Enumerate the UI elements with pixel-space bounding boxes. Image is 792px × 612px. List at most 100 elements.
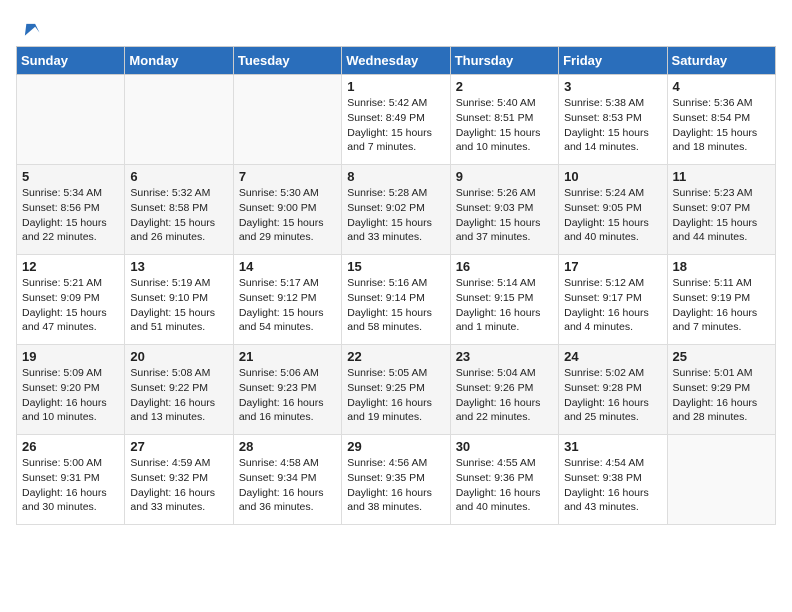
col-header-tuesday: Tuesday [233,47,341,75]
calendar-cell: 6Sunrise: 5:32 AM Sunset: 8:58 PM Daylig… [125,165,233,255]
calendar-table: SundayMondayTuesdayWednesdayThursdayFrid… [16,46,776,525]
day-info: Sunrise: 5:09 AM Sunset: 9:20 PM Dayligh… [22,366,119,425]
calendar-cell: 30 Sunrise: 4:55 AM Sunset: 9:36 PM Dayli… [450,435,558,525]
calendar-cell: 21 Sunrise: 5:06 AM Sunset: 9:23 PM Dayli… [233,345,341,435]
calendar-cell: 18Sunrise: 5:11 AM Sunset: 9:19 PM Dayli… [667,255,775,345]
calendar-cell: 10 Sunrise: 5:24 AM Sunset: 9:05 PM Dayli… [559,165,667,255]
day-number: 28 [239,439,336,454]
header-row: SundayMondayTuesdayWednesdayThursdayFrid… [17,47,776,75]
day-info: Sunrise: 5:30 AM Sunset: 9:00 PM Dayligh… [239,186,336,245]
calendar-cell: 4 Sunrise: 5:36 AM Sunset: 8:54 PM Daylig… [667,75,775,165]
calendar-cell [233,75,341,165]
calendar-cell [667,435,775,525]
day-number: 7 [239,169,336,184]
day-info: Sunrise: 5:12 AM Sunset: 9:17 PM Dayligh… [564,276,661,335]
day-info: Sunrise: 5:36 AM Sunset: 8:54 PM Dayligh… [673,96,770,155]
day-number: 12 [22,259,119,274]
calendar-cell: 23 Sunrise: 5:04 AM Sunset: 9:26 PM Dayli… [450,345,558,435]
logo-icon [19,18,41,40]
calendar-cell: 9 Sunrise: 5:26 AM Sunset: 9:03 PM Daylig… [450,165,558,255]
logo-text [16,16,41,40]
col-header-saturday: Saturday [667,47,775,75]
day-number: 2 [456,79,553,94]
day-number: 21 [239,349,336,364]
calendar-cell: 26 Sunrise: 5:00 AM Sunset: 9:31 PM Dayli… [17,435,125,525]
day-number: 4 [673,79,770,94]
calendar-cell: 13Sunrise: 5:19 AM Sunset: 9:10 PM Dayli… [125,255,233,345]
day-number: 22 [347,349,444,364]
day-number: 17 [564,259,661,274]
day-number: 20 [130,349,227,364]
calendar-cell [17,75,125,165]
day-number: 29 [347,439,444,454]
col-header-sunday: Sunday [17,47,125,75]
day-info: Sunrise: 4:59 AM Sunset: 9:32 PM Dayligh… [130,456,227,515]
calendar-cell: 28Sunrise: 4:58 AM Sunset: 9:34 PM Dayli… [233,435,341,525]
calendar-cell: 17 Sunrise: 5:12 AM Sunset: 9:17 PM Dayli… [559,255,667,345]
calendar-cell: 1Sunrise: 5:42 AM Sunset: 8:49 PM Daylig… [342,75,450,165]
calendar-week-3: 12 Sunrise: 5:21 AM Sunset: 9:09 PM Dayli… [17,255,776,345]
calendar-cell: 15Sunrise: 5:16 AM Sunset: 9:14 PM Dayli… [342,255,450,345]
calendar-cell: 27 Sunrise: 4:59 AM Sunset: 9:32 PM Dayli… [125,435,233,525]
calendar-cell [125,75,233,165]
day-number: 26 [22,439,119,454]
day-number: 15 [347,259,444,274]
calendar-cell: 29 Sunrise: 4:56 AM Sunset: 9:35 PM Dayli… [342,435,450,525]
calendar-cell: 7 Sunrise: 5:30 AM Sunset: 9:00 PM Daylig… [233,165,341,255]
day-number: 18 [673,259,770,274]
calendar-cell: 25 Sunrise: 5:01 AM Sunset: 9:29 PM Dayli… [667,345,775,435]
day-info: Sunrise: 5:40 AM Sunset: 8:51 PM Dayligh… [456,96,553,155]
calendar-cell: 5 Sunrise: 5:34 AM Sunset: 8:56 PM Daylig… [17,165,125,255]
calendar-cell: 12 Sunrise: 5:21 AM Sunset: 9:09 PM Dayli… [17,255,125,345]
day-number: 11 [673,169,770,184]
day-number: 23 [456,349,553,364]
day-info: Sunrise: 5:26 AM Sunset: 9:03 PM Dayligh… [456,186,553,245]
page-header [16,16,776,36]
day-info: Sunrise: 4:55 AM Sunset: 9:36 PM Dayligh… [456,456,553,515]
day-number: 9 [456,169,553,184]
calendar-cell: 31 Sunrise: 4:54 AM Sunset: 9:38 PM Dayli… [559,435,667,525]
day-info: Sunrise: 5:08 AM Sunset: 9:22 PM Dayligh… [130,366,227,425]
day-info: Sunrise: 5:24 AM Sunset: 9:05 PM Dayligh… [564,186,661,245]
day-info: Sunrise: 5:01 AM Sunset: 9:29 PM Dayligh… [673,366,770,425]
day-info: Sunrise: 5:14 AM Sunset: 9:15 PM Dayligh… [456,276,553,335]
day-info: Sunrise: 4:54 AM Sunset: 9:38 PM Dayligh… [564,456,661,515]
col-header-wednesday: Wednesday [342,47,450,75]
day-info: Sunrise: 5:21 AM Sunset: 9:09 PM Dayligh… [22,276,119,335]
day-info: Sunrise: 5:02 AM Sunset: 9:28 PM Dayligh… [564,366,661,425]
day-number: 14 [239,259,336,274]
day-info: Sunrise: 4:56 AM Sunset: 9:35 PM Dayligh… [347,456,444,515]
col-header-monday: Monday [125,47,233,75]
day-number: 31 [564,439,661,454]
day-number: 24 [564,349,661,364]
day-number: 19 [22,349,119,364]
day-number: 16 [456,259,553,274]
day-number: 27 [130,439,227,454]
calendar-cell: 14 Sunrise: 5:17 AM Sunset: 9:12 PM Dayli… [233,255,341,345]
calendar-week-2: 5 Sunrise: 5:34 AM Sunset: 8:56 PM Daylig… [17,165,776,255]
calendar-cell: 19 Sunrise: 5:09 AM Sunset: 9:20 PM Dayli… [17,345,125,435]
calendar-cell: 3Sunrise: 5:38 AM Sunset: 8:53 PM Daylig… [559,75,667,165]
calendar-cell: 24 Sunrise: 5:02 AM Sunset: 9:28 PM Dayli… [559,345,667,435]
day-number: 13 [130,259,227,274]
calendar-cell: 11 Sunrise: 5:23 AM Sunset: 9:07 PM Dayli… [667,165,775,255]
day-number: 5 [22,169,119,184]
calendar-week-5: 26 Sunrise: 5:00 AM Sunset: 9:31 PM Dayli… [17,435,776,525]
day-info: Sunrise: 5:28 AM Sunset: 9:02 PM Dayligh… [347,186,444,245]
day-info: Sunrise: 5:23 AM Sunset: 9:07 PM Dayligh… [673,186,770,245]
calendar-cell: 8Sunrise: 5:28 AM Sunset: 9:02 PM Daylig… [342,165,450,255]
day-info: Sunrise: 5:34 AM Sunset: 8:56 PM Dayligh… [22,186,119,245]
calendar-cell: 20 Sunrise: 5:08 AM Sunset: 9:22 PM Dayli… [125,345,233,435]
day-info: Sunrise: 5:06 AM Sunset: 9:23 PM Dayligh… [239,366,336,425]
day-info: Sunrise: 5:05 AM Sunset: 9:25 PM Dayligh… [347,366,444,425]
day-info: Sunrise: 5:00 AM Sunset: 9:31 PM Dayligh… [22,456,119,515]
day-number: 10 [564,169,661,184]
day-number: 25 [673,349,770,364]
day-info: Sunrise: 5:17 AM Sunset: 9:12 PM Dayligh… [239,276,336,335]
day-info: Sunrise: 5:04 AM Sunset: 9:26 PM Dayligh… [456,366,553,425]
calendar-week-1: 1Sunrise: 5:42 AM Sunset: 8:49 PM Daylig… [17,75,776,165]
day-info: Sunrise: 5:32 AM Sunset: 8:58 PM Dayligh… [130,186,227,245]
day-number: 30 [456,439,553,454]
col-header-thursday: Thursday [450,47,558,75]
day-info: Sunrise: 5:38 AM Sunset: 8:53 PM Dayligh… [564,96,661,155]
